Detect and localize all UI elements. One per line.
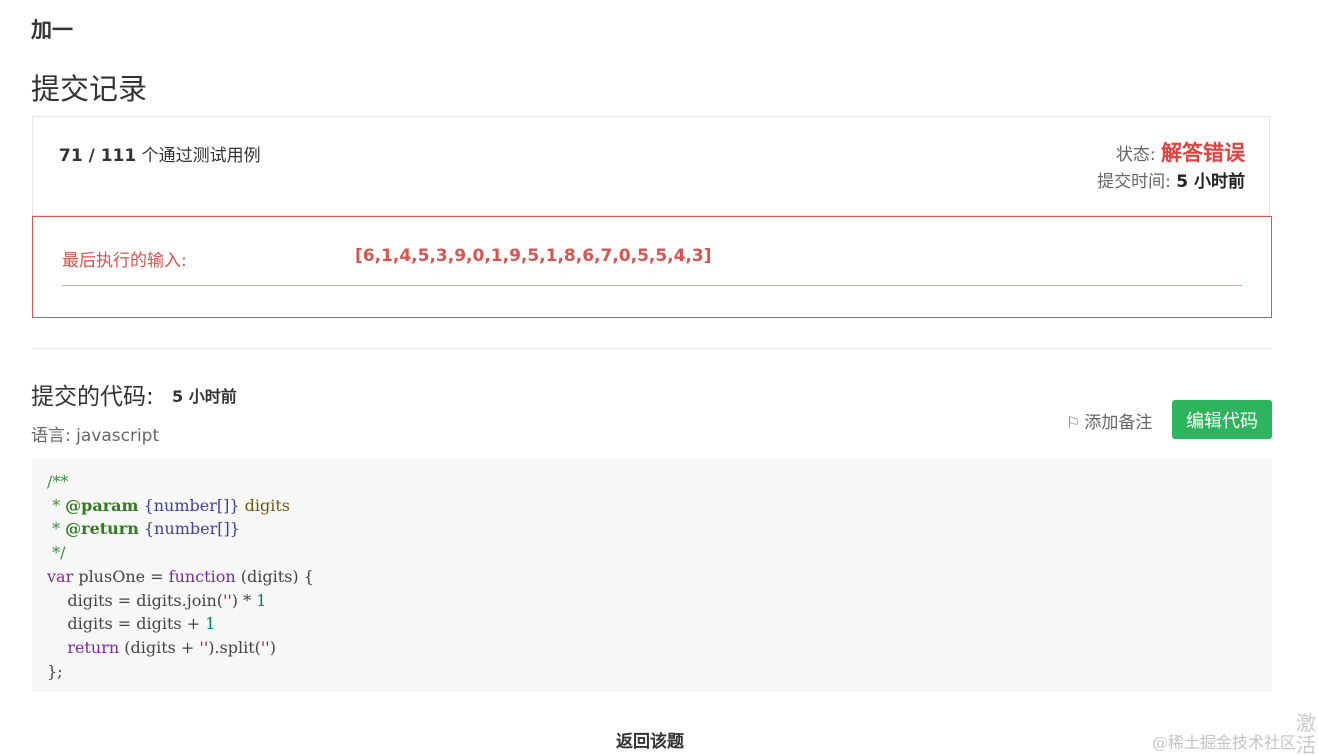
edit-code-button[interactable]: 编辑代码 bbox=[1172, 400, 1272, 439]
code-line: * @param {number[]} digits bbox=[47, 495, 290, 515]
add-note-label: 添加备注 bbox=[1084, 413, 1153, 433]
problem-title: 加一 bbox=[31, 18, 73, 42]
language-line: 语言: javascript bbox=[31, 421, 159, 446]
submit-time-line: 提交时间: 5 小时前 bbox=[1097, 167, 1245, 192]
status-value: 解答错误 bbox=[1161, 141, 1245, 165]
code-time-value: 5 小时前 bbox=[172, 387, 237, 406]
passed-text: 个通过测试用例 bbox=[136, 146, 261, 166]
code-line: */ bbox=[47, 543, 66, 563]
passed-cases: 71 / 111 个通过测试用例 bbox=[59, 141, 261, 166]
language-label: 语言: bbox=[31, 426, 71, 446]
back-to-problem-link[interactable]: 返回该题 bbox=[616, 727, 684, 752]
watermark: @稀土掘金技术社区 bbox=[1152, 733, 1297, 752]
language-value: javascript bbox=[76, 426, 160, 446]
code-line: }; bbox=[47, 661, 63, 681]
passed-count: 71 / 111 bbox=[59, 146, 137, 166]
code-block: /** * @param {number[]} digits * @return… bbox=[32, 459, 1272, 692]
section-title: 提交记录 bbox=[31, 72, 148, 106]
add-note-button[interactable]: ⚐ 添加备注 bbox=[1066, 408, 1152, 433]
code-time: 5 小时前 bbox=[172, 383, 237, 407]
error-divider bbox=[62, 285, 1242, 286]
flag-icon: ⚐ bbox=[1066, 413, 1081, 432]
status-line: 状态: 解答错误 bbox=[1116, 137, 1245, 167]
code-line: var plusOne = function (digits) { bbox=[47, 566, 314, 586]
code-line: digits = digits.join('') * 1 bbox=[47, 590, 267, 610]
last-input-label: 最后执行的输入: bbox=[62, 251, 187, 271]
section-divider bbox=[32, 348, 1272, 349]
activate-text: 激活 bbox=[1296, 712, 1316, 755]
error-panel: 最后执行的输入: [6,1,4,5,3,9,0,1,9,5,1,8,6,7,0,… bbox=[32, 216, 1272, 318]
code-heading: 提交的代码: bbox=[31, 384, 154, 410]
code-line: digits = digits + 1 bbox=[47, 614, 216, 634]
status-label: 状态: bbox=[1115, 145, 1156, 165]
code-line: /** bbox=[47, 472, 69, 491]
submit-time-value: 5 小时前 bbox=[1176, 172, 1245, 192]
code-line: * @return {number[]} bbox=[47, 519, 240, 539]
last-input-value: [6,1,4,5,3,9,0,1,9,5,1,8,6,7,0,5,5,4,3] bbox=[355, 246, 712, 266]
result-panel: 71 / 111 个通过测试用例 状态: 解答错误 提交时间: 5 小时前 bbox=[32, 116, 1270, 216]
submit-time-label: 提交时间: bbox=[1097, 172, 1171, 192]
code-line: return (digits + '').split('') bbox=[67, 637, 276, 657]
